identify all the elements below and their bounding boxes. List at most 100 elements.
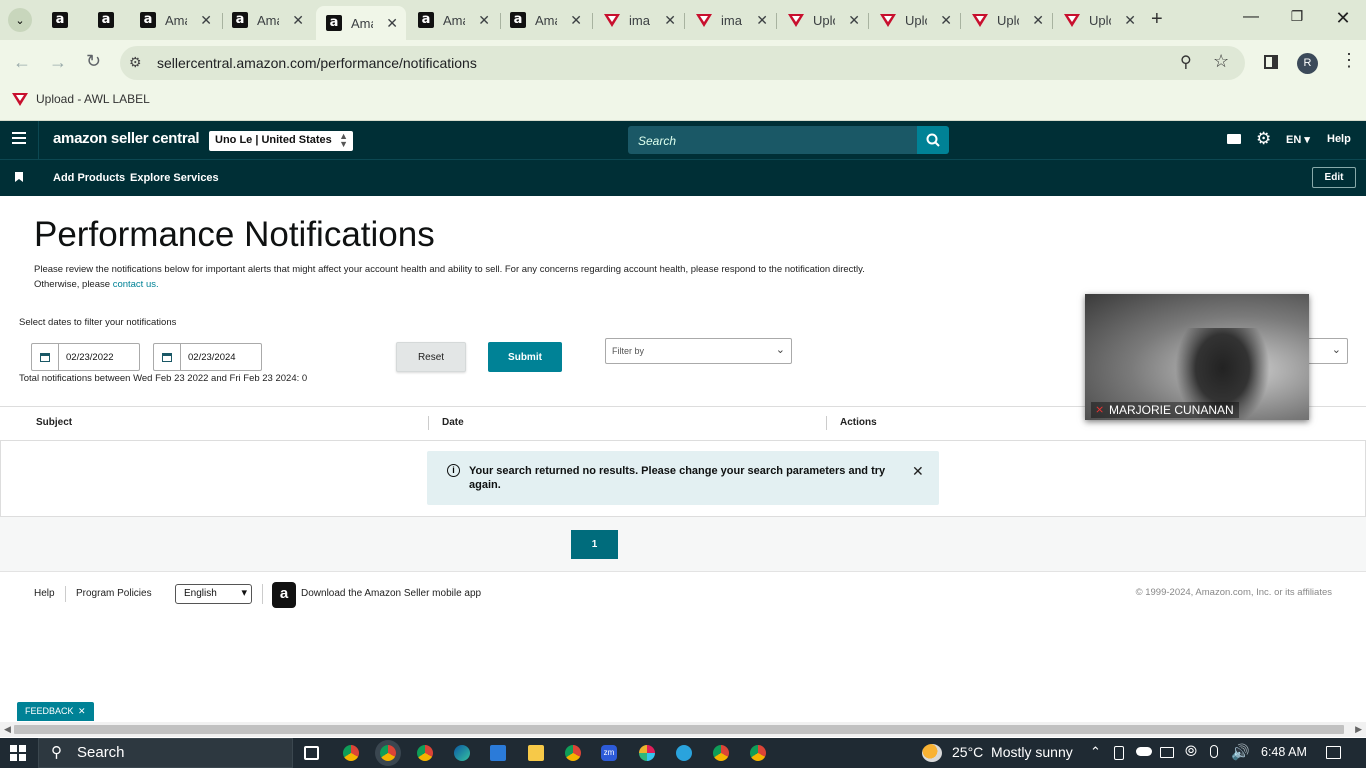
edge-icon[interactable]	[454, 745, 470, 761]
taskbar-search[interactable]: ⚲ Search	[38, 738, 293, 768]
horizontal-scrollbar[interactable]: ◀ ▶	[0, 722, 1366, 737]
nav-add-products[interactable]: Add Products	[53, 172, 125, 184]
profile-avatar[interactable]: R	[1297, 53, 1318, 74]
column-date[interactable]: Date	[442, 417, 464, 428]
video-call-overlay[interactable]: ⨯ MARJORIE CUNANAN	[1085, 294, 1309, 420]
close-icon[interactable]: ✕	[912, 463, 924, 480]
close-icon[interactable]: ✕	[292, 12, 304, 29]
search-input[interactable]: Search	[628, 126, 918, 154]
address-bar[interactable]: ⚙ sellercentral.amazon.com/performance/n…	[120, 46, 1245, 80]
tab-active[interactable]: aAma✕	[316, 6, 406, 40]
language-selector[interactable]: EN ▾	[1286, 133, 1310, 146]
tab[interactable]: ima ✕	[686, 6, 776, 34]
settings-gear-icon[interactable]: ⚙	[1256, 129, 1271, 149]
scrollbar-thumb[interactable]	[14, 725, 1344, 734]
slack-icon[interactable]	[639, 745, 655, 761]
close-icon[interactable]: ✕	[1124, 12, 1136, 29]
side-panel-icon[interactable]	[1264, 55, 1278, 69]
filter-by-select[interactable]: Filter by ⌄	[605, 338, 792, 364]
weather-text[interactable]: 25°C Mostly sunny	[952, 744, 1073, 760]
close-icon[interactable]: ✕	[570, 12, 582, 29]
zoom-icon[interactable]: ⚲	[1180, 52, 1192, 72]
tab[interactable]: Uplo✕	[962, 6, 1052, 34]
help-link[interactable]: Help	[1327, 133, 1351, 145]
telegram-icon[interactable]	[676, 745, 692, 761]
feedback-tab[interactable]: FEEDBACK ✕	[17, 702, 94, 721]
volume-icon[interactable]: 🔊	[1231, 743, 1250, 761]
start-date-field[interactable]: 02/23/2022	[31, 343, 140, 371]
chrome-icon[interactable]	[343, 745, 359, 761]
notifications-icon[interactable]	[1326, 746, 1341, 759]
close-window-icon[interactable]: ✕	[1328, 8, 1358, 29]
restore-icon[interactable]: ❐	[1282, 8, 1312, 25]
bookmark-star-icon[interactable]: ☆	[1213, 51, 1229, 72]
amazon-seller-app-icon[interactable]: a	[272, 582, 296, 608]
calendar-icon[interactable]	[32, 344, 59, 370]
tab[interactable]: Uplo✕	[778, 6, 868, 34]
chrome-icon[interactable]	[565, 745, 581, 761]
tab[interactable]: aAma✕	[130, 6, 220, 34]
bookmark-icon[interactable]	[15, 172, 23, 182]
tab[interactable]: a	[42, 6, 82, 34]
tab[interactable]: aAma✕	[500, 6, 590, 34]
reload-icon[interactable]: ↻	[86, 51, 101, 72]
back-icon[interactable]: ←	[13, 52, 31, 73]
zoom-app-icon[interactable]: zm	[601, 745, 617, 761]
scroll-right-icon[interactable]: ▶	[1355, 724, 1362, 735]
contact-us-link[interactable]: contact us.	[113, 279, 159, 290]
footer-help-link[interactable]: Help	[34, 588, 55, 599]
tab[interactable]: aAma✕	[222, 6, 312, 34]
amazon-seller-central-logo[interactable]: amazon seller central	[53, 130, 200, 147]
close-icon[interactable]: ✕	[1032, 12, 1044, 29]
tab[interactable]: ima ✕	[594, 6, 684, 34]
close-icon[interactable]: ✕	[78, 706, 86, 716]
page-button-1[interactable]: 1	[571, 530, 618, 559]
wifi-icon[interactable]: ⦾	[1185, 743, 1197, 760]
new-tab-plus-icon[interactable]: +	[1151, 8, 1163, 31]
close-icon[interactable]: ✕	[848, 12, 860, 29]
site-info-icon[interactable]: ⚙	[129, 54, 142, 71]
mail-icon[interactable]	[1227, 134, 1241, 144]
windows-start-icon[interactable]	[10, 745, 26, 761]
tab[interactable]: a	[88, 6, 128, 34]
onedrive-icon[interactable]	[1136, 747, 1152, 756]
close-icon[interactable]: ✕	[478, 12, 490, 29]
task-view-icon[interactable]	[304, 746, 319, 760]
chrome-icon[interactable]	[380, 745, 396, 761]
chrome-icon[interactable]	[750, 745, 766, 761]
edit-nav-button[interactable]: Edit	[1312, 167, 1356, 188]
forward-icon[interactable]: →	[49, 52, 67, 73]
tray-chevron-icon[interactable]: ⌃	[1090, 744, 1101, 760]
column-subject[interactable]: Subject	[36, 417, 72, 428]
close-icon[interactable]: ✕	[386, 15, 398, 32]
scroll-left-icon[interactable]: ◀	[4, 724, 11, 735]
chrome-icon[interactable]	[713, 745, 729, 761]
tab[interactable]: Uplo✕	[1054, 6, 1144, 34]
store-icon[interactable]	[490, 745, 506, 761]
menu-dots-icon[interactable]: ⋮	[1340, 50, 1358, 71]
reset-button[interactable]: Reset	[396, 342, 466, 372]
hamburger-menu-icon[interactable]	[12, 132, 26, 144]
search-button[interactable]	[917, 126, 949, 154]
calendar-icon[interactable]	[154, 344, 181, 370]
tab[interactable]: Uplo✕	[870, 6, 960, 34]
download-app-link[interactable]: Download the Amazon Seller mobile app	[301, 588, 481, 599]
close-icon[interactable]: ✕	[200, 12, 212, 29]
submit-button[interactable]: Submit	[488, 342, 562, 372]
marketplace-selector[interactable]: Uno Le | United States ▲ ▼	[209, 131, 353, 151]
minimize-icon[interactable]: —	[1236, 8, 1266, 26]
nav-explore-services[interactable]: Explore Services	[130, 172, 219, 184]
chrome-icon[interactable]	[417, 745, 433, 761]
close-icon[interactable]: ✕	[940, 12, 952, 29]
end-date-field[interactable]: 02/23/2024	[153, 343, 262, 371]
tab-search-chevron-icon[interactable]: ⌄	[8, 8, 32, 32]
tray-device-icon[interactable]	[1114, 746, 1124, 760]
bookmark-upload-awl[interactable]: Upload - AWL LABEL	[12, 92, 150, 106]
tab[interactable]: aAma✕	[408, 6, 498, 34]
close-icon[interactable]: ✕	[756, 12, 768, 29]
battery-icon[interactable]	[1160, 747, 1174, 758]
weather-icon[interactable]	[922, 744, 942, 762]
url-text[interactable]: sellercentral.amazon.com/performance/not…	[157, 55, 477, 71]
footer-program-policies-link[interactable]: Program Policies	[76, 588, 152, 599]
microphone-icon[interactable]	[1210, 745, 1218, 758]
